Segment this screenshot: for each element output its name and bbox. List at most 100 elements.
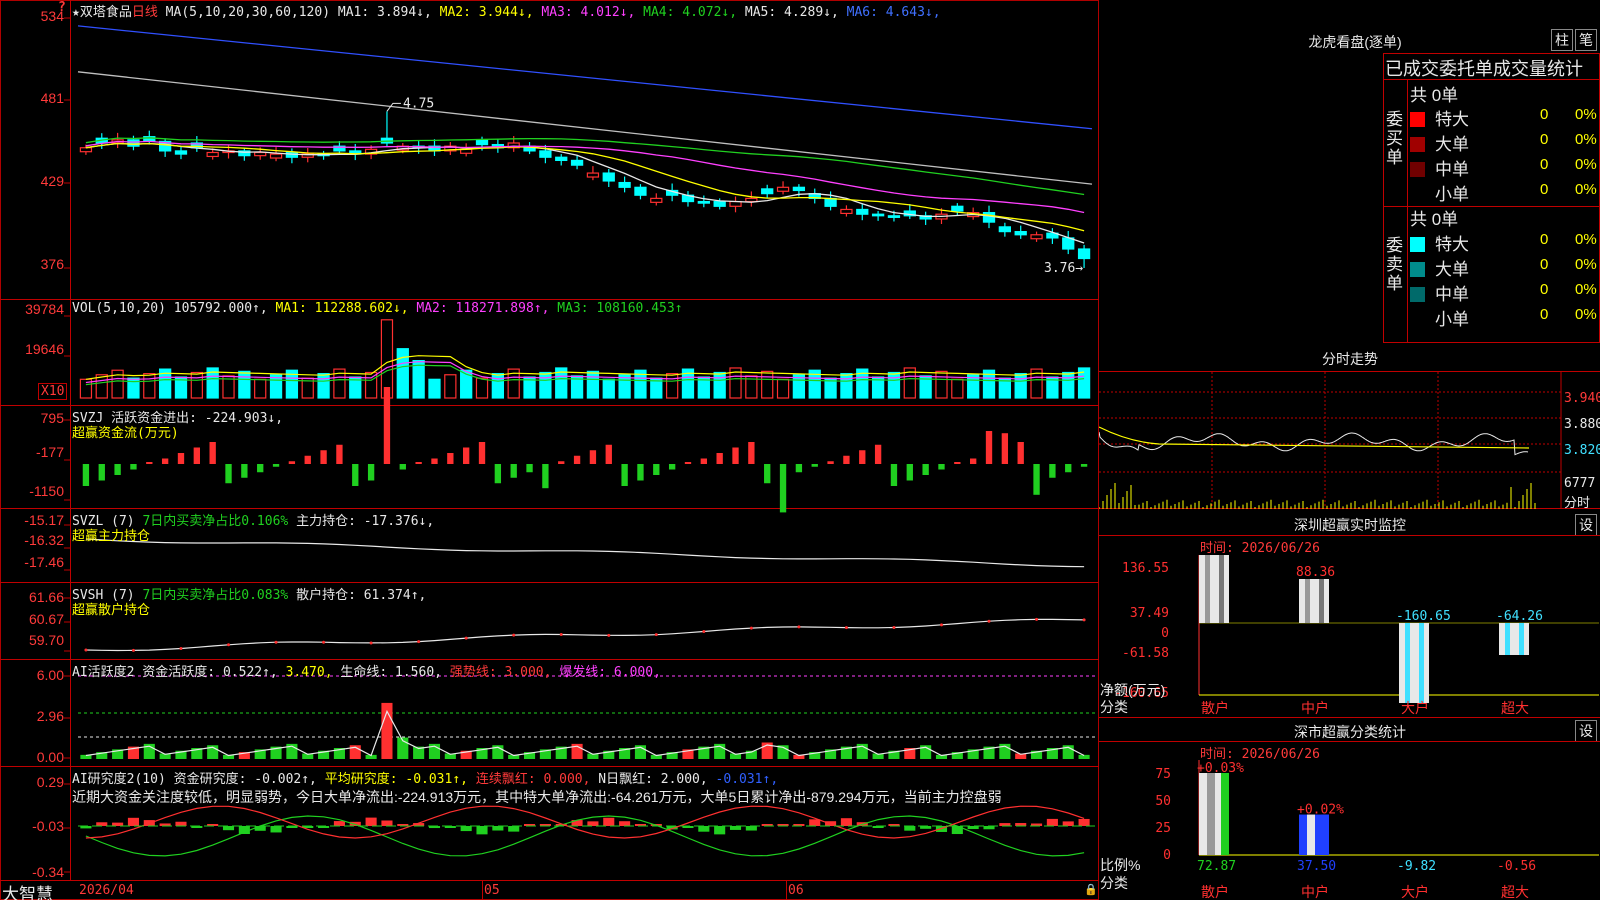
fund-flow-bar[interactable] bbox=[668, 464, 676, 470]
stat-row-sell[interactable]: 小单 bbox=[1410, 305, 1469, 330]
classify-bar[interactable] bbox=[1299, 814, 1329, 855]
fund-flow-bar[interactable] bbox=[130, 464, 137, 470]
fund-flow-bar[interactable] bbox=[637, 464, 644, 481]
fund-flow-bar[interactable] bbox=[859, 450, 866, 464]
fund-flow-bar[interactable] bbox=[1065, 464, 1072, 473]
fund-flow-bar[interactable] bbox=[605, 444, 612, 464]
research-bar[interactable] bbox=[1046, 818, 1058, 826]
sz-monitor-settings-button[interactable]: 设 bbox=[1575, 514, 1597, 536]
fund-flow-bar[interactable] bbox=[209, 442, 216, 464]
fund-flow-bar[interactable] bbox=[478, 442, 486, 464]
fund-flow-bar[interactable] bbox=[463, 447, 470, 465]
research-bar[interactable] bbox=[96, 822, 108, 826]
fund-flow-bar[interactable] bbox=[874, 444, 882, 464]
fund-flow-bar[interactable] bbox=[146, 462, 153, 464]
research-bar[interactable] bbox=[175, 821, 187, 826]
fund-flow-bar[interactable] bbox=[399, 464, 406, 470]
fund-flow-bar[interactable] bbox=[114, 464, 121, 475]
fund-flow-bar[interactable] bbox=[954, 462, 961, 464]
candle-body[interactable] bbox=[792, 186, 806, 192]
sz-monitor-chart[interactable]: 136.55 37.49 0 -61.58 -160.65 136.55 散户 88.36 中户… bbox=[1099, 555, 1600, 715]
classify-bar[interactable] bbox=[1199, 773, 1229, 855]
candle-body[interactable] bbox=[982, 212, 996, 223]
candle-body[interactable] bbox=[570, 159, 584, 166]
stat-row-buy[interactable]: 特大 bbox=[1410, 105, 1469, 130]
research-bar[interactable] bbox=[112, 822, 124, 826]
fund-flow-bar[interactable] bbox=[494, 464, 502, 484]
fund-flow-bar[interactable] bbox=[700, 458, 707, 465]
volume-bar[interactable] bbox=[444, 374, 457, 399]
candle-body[interactable] bbox=[555, 156, 568, 162]
stock-name[interactable]: ★双塔食品 bbox=[72, 5, 132, 20]
fund-flow-bar[interactable] bbox=[1017, 442, 1024, 464]
fund-flow-bar[interactable] bbox=[82, 464, 90, 486]
volume-bar[interactable] bbox=[491, 373, 505, 399]
fund-flow-bar[interactable] bbox=[225, 464, 232, 484]
fund-flow-bar[interactable] bbox=[288, 461, 296, 464]
stat-row-buy[interactable]: 中单 bbox=[1410, 155, 1469, 180]
fund-flow-bar[interactable] bbox=[985, 431, 993, 464]
fund-flow-bar[interactable] bbox=[1080, 464, 1088, 467]
monitor-bar[interactable] bbox=[1499, 623, 1529, 656]
fund-flow-bar[interactable] bbox=[779, 464, 787, 513]
fund-flow-bar[interactable] bbox=[1033, 464, 1040, 495]
fund-flow-bar[interactable] bbox=[383, 387, 391, 464]
fund-flow-bar[interactable] bbox=[558, 461, 565, 464]
candle-body[interactable] bbox=[697, 200, 710, 204]
fund-flow-bar[interactable] bbox=[1049, 464, 1056, 478]
research-bar[interactable] bbox=[619, 821, 631, 826]
fund-flow-bar[interactable] bbox=[431, 458, 438, 465]
fund-flow-bar[interactable] bbox=[811, 464, 818, 467]
research-bar[interactable] bbox=[714, 826, 726, 835]
fund-flow-bar[interactable] bbox=[320, 450, 327, 464]
volume-bar[interactable] bbox=[190, 371, 203, 399]
candle-body[interactable] bbox=[618, 181, 631, 188]
volume-bar[interactable] bbox=[713, 371, 726, 399]
candle-body[interactable] bbox=[713, 200, 726, 207]
volume-bar[interactable] bbox=[1062, 371, 1075, 399]
candle-body[interactable] bbox=[871, 213, 885, 217]
research-bar[interactable] bbox=[698, 826, 710, 832]
candle-body[interactable] bbox=[254, 151, 267, 157]
fund-flow-bar[interactable] bbox=[367, 464, 375, 481]
candle-body[interactable] bbox=[1030, 234, 1043, 240]
volume-bar[interactable] bbox=[665, 373, 679, 399]
volume-bar[interactable] bbox=[396, 348, 409, 399]
sz-classify-chart[interactable]: 75 50 25 0 +0.03% 72.87 散户 +0.02% 37.50 中户 -9.82 大户… bbox=[1099, 760, 1600, 900]
candle-body[interactable] bbox=[650, 197, 663, 203]
research-bar[interactable] bbox=[904, 826, 916, 831]
research-bar[interactable] bbox=[1062, 821, 1074, 826]
research-bar[interactable] bbox=[254, 826, 266, 831]
candle-body[interactable] bbox=[776, 186, 790, 192]
research-bar[interactable] bbox=[603, 817, 615, 826]
research-bar[interactable] bbox=[460, 826, 472, 832]
candle-body[interactable] bbox=[840, 208, 853, 215]
fund-flow-bar[interactable] bbox=[257, 464, 264, 473]
lock-icon[interactable]: 🔒 bbox=[1084, 883, 1098, 896]
research-bar[interactable] bbox=[127, 817, 139, 826]
fund-flow-bar[interactable] bbox=[795, 464, 803, 473]
fund-flow-bar[interactable] bbox=[653, 464, 660, 475]
fund-flow-bar[interactable] bbox=[415, 462, 422, 464]
candle-body[interactable] bbox=[174, 150, 188, 155]
volume-bar[interactable] bbox=[761, 370, 774, 399]
research-bar[interactable] bbox=[381, 820, 393, 826]
research-bar[interactable] bbox=[508, 826, 520, 832]
research-bar[interactable] bbox=[222, 826, 235, 831]
candle-body[interactable] bbox=[127, 139, 140, 147]
volume-bar[interactable] bbox=[776, 378, 790, 399]
fund-flow-bar[interactable] bbox=[161, 458, 169, 465]
fund-flow-bar[interactable] bbox=[573, 455, 581, 464]
stat-row-buy[interactable]: 小单 bbox=[1410, 180, 1469, 205]
candle-body[interactable] bbox=[824, 197, 837, 207]
fund-flow-bar[interactable] bbox=[716, 453, 723, 464]
candle-body[interactable] bbox=[761, 188, 774, 195]
monitor-bar[interactable] bbox=[1199, 555, 1229, 623]
kline-chart[interactable]: 4.75 3.76→ bbox=[0, 0, 1099, 900]
research-bar[interactable] bbox=[587, 821, 599, 826]
fund-flow-bar[interactable] bbox=[922, 464, 929, 475]
volume-bar[interactable] bbox=[887, 371, 901, 399]
candle-body[interactable] bbox=[1014, 231, 1027, 236]
research-bar[interactable] bbox=[333, 821, 345, 826]
fund-flow-bar[interactable] bbox=[336, 444, 343, 464]
